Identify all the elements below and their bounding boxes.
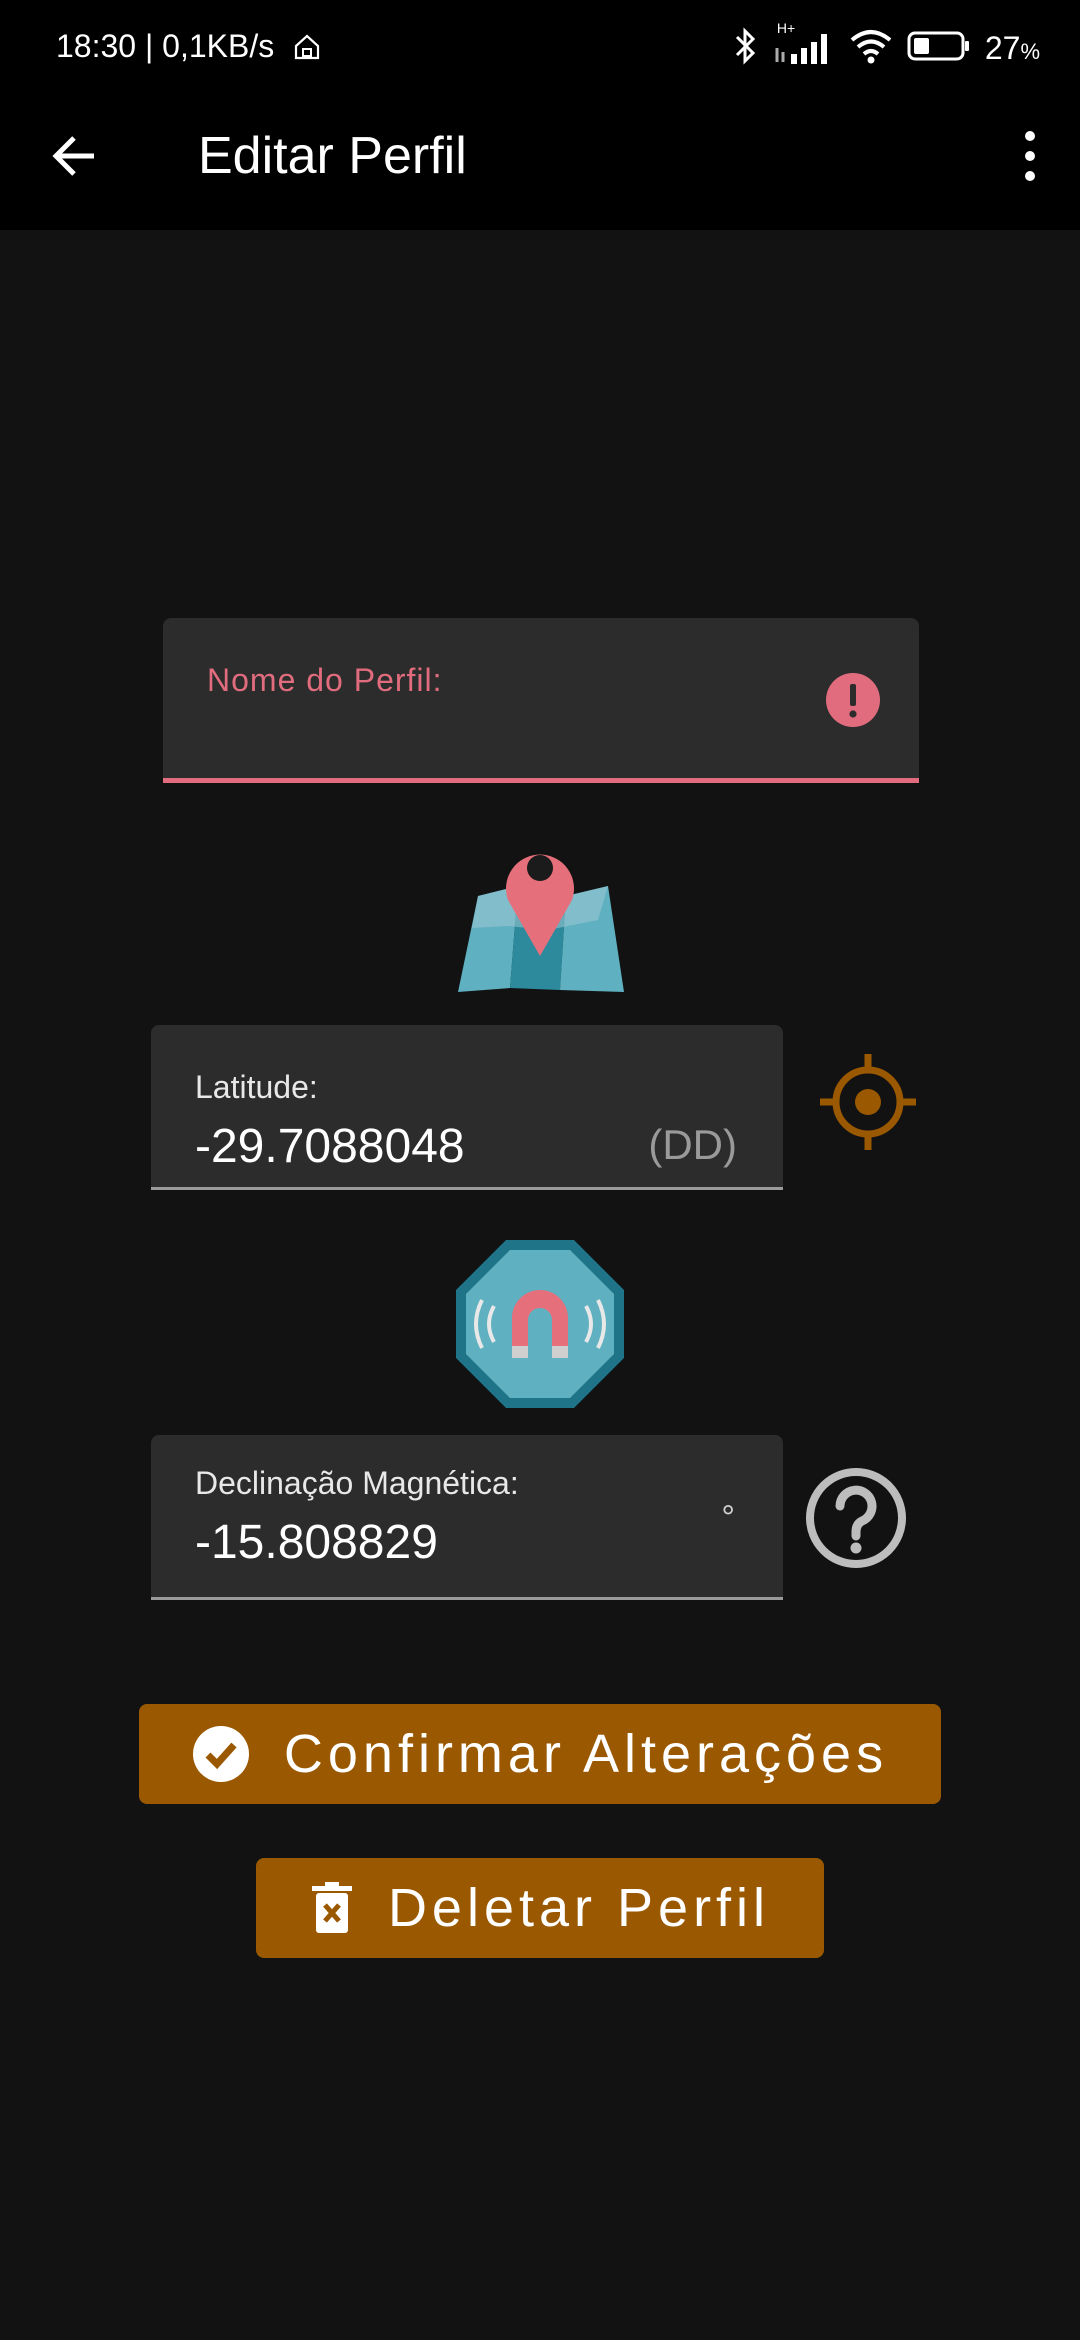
app-bar: Editar Perfil bbox=[0, 96, 1080, 230]
bluetooth-icon bbox=[731, 26, 759, 71]
status-time: 18:30 | 0,1KB/s bbox=[56, 28, 275, 64]
latitude-field[interactable]: Latitude: -29.7088048 (DD) bbox=[151, 1025, 783, 1190]
declination-field[interactable]: Declinação Magnética: -15.808829 ° bbox=[151, 1435, 783, 1600]
home-network-icon bbox=[292, 32, 322, 67]
delete-profile-label: Deletar Perfil bbox=[387, 1878, 771, 1938]
delete-profile-button[interactable]: Deletar Perfil bbox=[256, 1858, 824, 1958]
help-icon[interactable] bbox=[804, 1466, 908, 1570]
declination-suffix: ° bbox=[721, 1499, 735, 1537]
error-icon bbox=[825, 672, 881, 728]
status-icons: H+ 27% bbox=[731, 20, 1040, 72]
more-options-icon[interactable] bbox=[1010, 124, 1050, 188]
trash-icon bbox=[310, 1881, 354, 1935]
map-pin-icon bbox=[448, 830, 632, 1002]
confirm-changes-button[interactable]: Confirmar Alterações bbox=[139, 1704, 941, 1804]
back-arrow-icon[interactable] bbox=[46, 126, 106, 186]
profile-name-field[interactable]: Nome do Perfil: bbox=[163, 618, 919, 783]
page-title: Editar Perfil bbox=[198, 127, 467, 185]
battery-percentage: 27% bbox=[984, 29, 1040, 66]
confirm-changes-label: Confirmar Alterações bbox=[283, 1724, 889, 1784]
network-type: H+ bbox=[776, 19, 796, 36]
gps-locate-icon[interactable] bbox=[816, 1050, 920, 1154]
battery-icon bbox=[907, 30, 971, 67]
declination-label: Declinação Magnética: bbox=[195, 1465, 519, 1501]
status-bar: 18:30 | 0,1KB/s H+ 27% bbox=[0, 0, 1080, 96]
check-circle-icon bbox=[192, 1725, 250, 1783]
profile-name-label: Nome do Perfil: bbox=[207, 662, 443, 698]
battery-unit: % bbox=[1020, 38, 1040, 64]
latitude-value[interactable]: -29.7088048 bbox=[195, 1119, 465, 1174]
magnet-icon bbox=[450, 1234, 630, 1414]
wifi-icon bbox=[849, 28, 893, 69]
latitude-suffix: (DD) bbox=[648, 1121, 737, 1168]
cellular-signal-icon: H+ bbox=[773, 20, 835, 71]
latitude-label: Latitude: bbox=[195, 1069, 318, 1105]
declination-value[interactable]: -15.808829 bbox=[195, 1515, 438, 1570]
